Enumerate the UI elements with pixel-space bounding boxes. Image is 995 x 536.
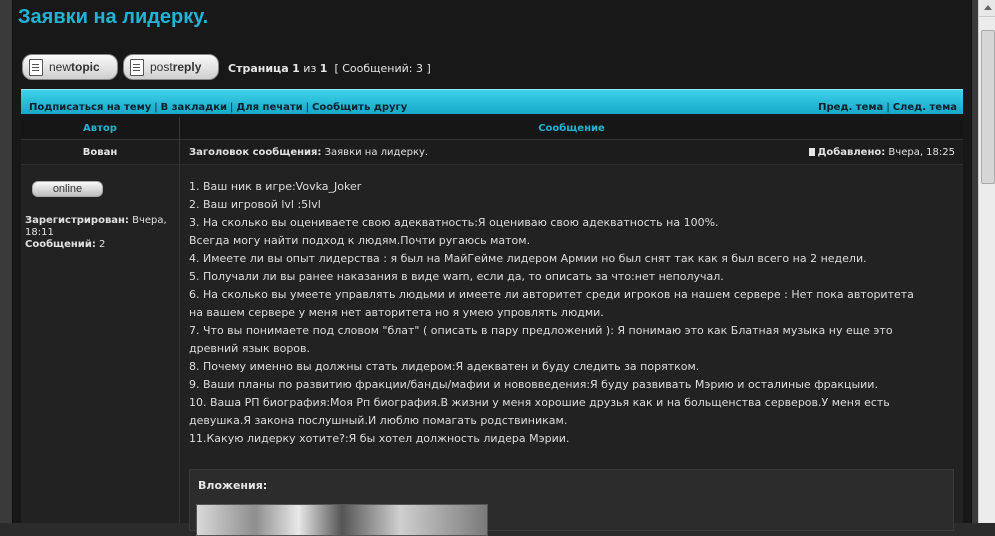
post-author[interactable]: Вован [21,140,179,165]
nav-separator: | [305,102,310,113]
post-line: 10. Ваша РП биография:Моя Рп биография.В… [189,396,890,409]
post-line: 3. На сколько вы оцениваете свою адекват… [189,216,719,229]
attachments-box: Вложения: [189,469,954,536]
post-line: 11.Какую лидерку хотите?:Я бы хотел долж… [189,432,570,445]
frame-left-edge [0,0,13,523]
navbar-right-links: Пред. тема | След. тема [818,95,957,114]
next-topic-link[interactable]: След. тема [893,102,957,113]
column-divider [179,117,180,523]
post-line: 5. Получали ли вы ранее наказания в виде… [189,270,724,283]
post-table: Автор Сообщение Вован Заголовок сообщени… [21,117,963,536]
page-current: 1 [292,62,300,75]
post-line: на вашем сервере у меня нет авторитета н… [189,306,604,319]
new-topic-button[interactable]: newtopic [22,54,118,80]
date-label: Добавлено: [817,147,886,158]
message-count: [ Сообщений: 3 ] [334,62,431,75]
post-line: 4. Имеете ли вы опыт лидерства : я был н… [189,252,867,265]
post-date[interactable]: Добавлено: Вчера, 18:25 [808,140,955,166]
post-line: девушка.Я закона послушный.И люблю помаг… [189,414,568,427]
subject-text: Заявки на лидерку. [324,147,429,158]
post-line: древний язык воров. [189,342,311,355]
prev-topic-link[interactable]: Пред. тема [818,102,883,113]
bookmark-link[interactable]: В закладки [161,102,227,113]
author-profile: Зарегистрирован: Вчера, 18:11 Сообщений:… [25,215,175,251]
topic-title[interactable]: Заявки на лидерку. [18,6,208,29]
attachments-title: Вложения: [198,479,268,492]
post-line: Всегда могу найти подход к людям.Почти р… [189,234,531,247]
post-body: 1. Ваш ник в игре:Vovka_Joker 2. Ваш игр… [189,178,959,448]
nav-separator: | [886,102,890,113]
subscribe-link[interactable]: Подписаться на тему [29,102,151,113]
navbar-left-links: Подписаться на тему | В закладки | Для печат… [29,95,407,114]
message-column-header: Сообщение [180,117,963,140]
email-friend-link[interactable]: Сообщить другу [312,102,407,113]
pagination-info: Страница 1 из 1 [ Сообщений: 3 ] [228,62,431,75]
page-word: Страница [228,62,289,75]
vertical-scrollbar[interactable] [978,0,995,523]
scroll-up-arrow-icon[interactable] [979,0,995,17]
messages-label: Сообщений: [25,239,96,250]
post-line: 1. Ваш ник в игре:Vovka_Joker [189,180,362,193]
registered-label: Зарегистрирован: [25,215,129,226]
attachment-image[interactable] [196,504,488,536]
post-subject: Заголовок сообщения: Заявки на лидерку. [180,147,428,158]
author-column-header: Автор [21,117,179,140]
print-link[interactable]: Для печати [236,102,302,113]
post-reply-label-prefix: post [150,60,173,74]
online-status-badge: online [32,181,103,197]
nav-separator: | [154,102,158,113]
page-of-word: из [303,62,317,75]
document-icon [29,59,43,76]
document-icon [130,59,144,76]
post-link-icon [808,148,815,156]
scroll-thumb[interactable] [981,30,995,184]
post-header-row: Заголовок сообщения: Заявки на лидерку. … [180,140,963,165]
post-line: 8. Почему именно вы должны стать лидером… [189,360,700,373]
date-value: Вчера, 18:25 [888,147,955,158]
topic-navbar: Подписаться на тему | В закладки | Для печат… [21,89,963,114]
page-total: 1 [319,62,328,75]
post-line: 7. Что вы понимаете под словом "блат" ( … [189,324,893,337]
subject-label: Заголовок сообщения: [189,147,322,158]
new-topic-label-prefix: new [49,60,72,74]
post-reply-button[interactable]: postreply [123,54,219,80]
post-reply-label-bold: reply [172,60,202,74]
post-line: 9. Ваши планы по развитию фракции/банды/… [189,378,878,391]
new-topic-label-bold: topic [71,60,100,74]
post-line: 6. На сколько вы умеете управлять людьми… [189,288,914,301]
post-line: 2. Ваш игровой lvl :5lvl [189,198,321,211]
nav-separator: | [230,102,234,113]
messages-value: 2 [99,239,106,250]
